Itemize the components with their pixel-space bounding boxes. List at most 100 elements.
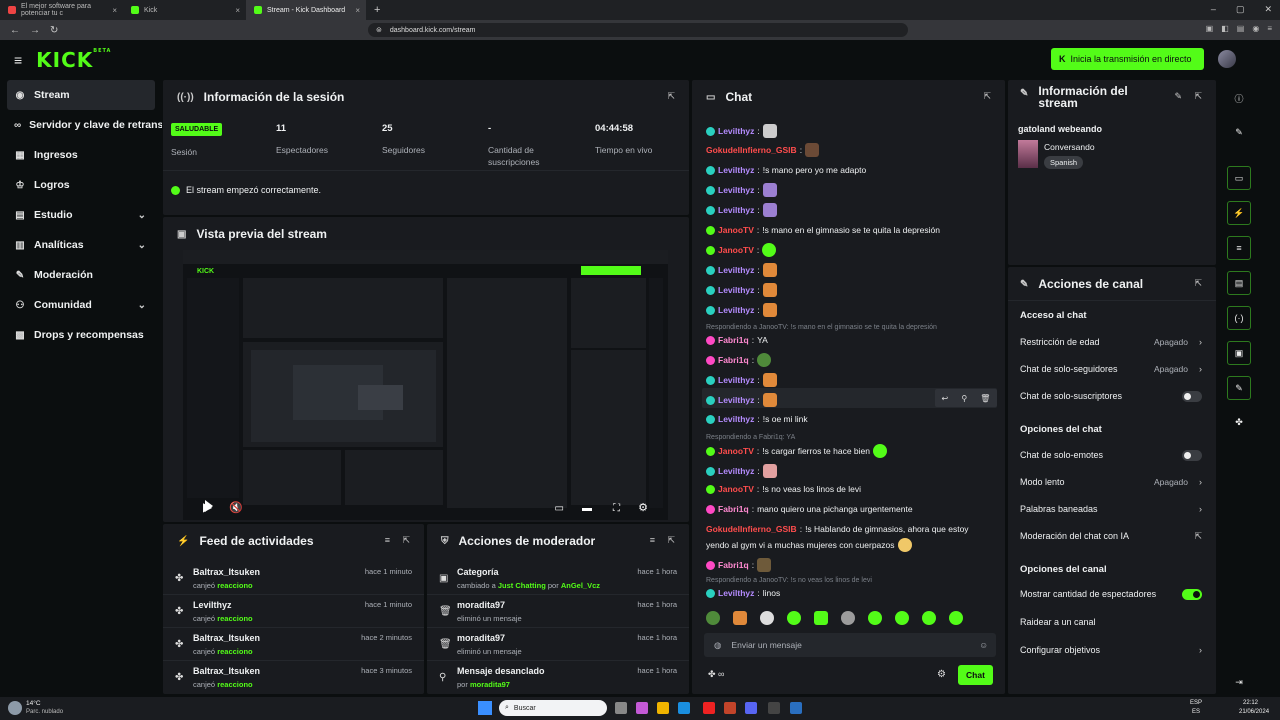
go-live-button[interactable]: K Inicia la transmisión en directo: [1051, 48, 1204, 70]
info-icon[interactable]: ⓘ: [1227, 86, 1251, 110]
emote-icon[interactable]: [787, 611, 801, 625]
app-icon[interactable]: [703, 702, 715, 714]
activity-bolt-icon[interactable]: ⚡: [1227, 201, 1251, 225]
browser-tab[interactable]: Kick ×: [123, 0, 246, 20]
pip-icon[interactable]: ▭: [555, 503, 564, 514]
menu-icon[interactable]: ≡: [1267, 24, 1272, 33]
brave-icon[interactable]: [724, 702, 736, 714]
points-icon[interactable]: ✤ ∞: [708, 669, 724, 680]
setting-followers-only[interactable]: Chat de solo-seguidores Apagado ›: [1020, 364, 1202, 378]
setting-configure-goals[interactable]: Configurar objetivos ›: [1020, 645, 1202, 659]
sidebar-item-moderacion[interactable]: ✎ Moderación: [0, 260, 162, 290]
community-rail-icon[interactable]: ✤: [1227, 410, 1251, 434]
emote-icon[interactable]: [706, 611, 720, 625]
reload-icon[interactable]: ↻: [50, 25, 58, 36]
url-field[interactable]: ⊜ dashboard.kick.com/stream: [368, 23, 908, 37]
close-window-icon[interactable]: ✕: [1264, 4, 1272, 15]
broadcast-rail-icon[interactable]: (·): [1227, 306, 1251, 330]
list-icon[interactable]: ≡: [1227, 236, 1251, 260]
edit-icon[interactable]: ✎: [1227, 120, 1251, 144]
collapse-icon[interactable]: ⇥: [1227, 670, 1251, 694]
obs-icon[interactable]: [768, 702, 780, 714]
sidebar-item-analiticas[interactable]: ▥ Analíticas ⌄: [0, 230, 162, 260]
hamburger-menu-icon[interactable]: ≡: [14, 52, 22, 68]
settings-gear-icon[interactable]: ⚙: [638, 501, 648, 514]
preview-rail-icon[interactable]: ▣: [1227, 341, 1251, 365]
emote-icon[interactable]: [733, 611, 747, 625]
chat-settings-icon[interactable]: ◍: [714, 640, 721, 651]
discord-icon[interactable]: [745, 702, 757, 714]
explorer-icon[interactable]: [657, 702, 669, 714]
emote-icon[interactable]: [949, 611, 963, 625]
setting-banned-words[interactable]: Palabras baneadas ›: [1020, 504, 1202, 518]
sidebar-item-ingresos[interactable]: ▦ Ingresos: [0, 140, 162, 170]
windows-start-icon[interactable]: [478, 701, 492, 715]
browser-tab-active[interactable]: Stream - Kick Dashboard ×: [246, 0, 366, 20]
layout-icon[interactable]: ▭: [1227, 166, 1251, 190]
forward-icon[interactable]: →: [30, 25, 40, 36]
edit-pencil-icon[interactable]: ✎: [1174, 91, 1182, 102]
popout-icon[interactable]: ⇱: [667, 91, 675, 102]
sidebar-item-estudio[interactable]: ▤ Estudio ⌄: [0, 200, 162, 230]
sidebar-item-logros[interactable]: ♔ Logros: [0, 170, 162, 200]
close-tab-icon[interactable]: ×: [235, 6, 240, 15]
trash-icon[interactable]: 🗑: [980, 394, 990, 403]
user-avatar[interactable]: [1218, 50, 1236, 68]
mute-icon[interactable]: 🔇: [229, 501, 243, 514]
setting-age-restriction[interactable]: Restricción de edad Apagado ›: [1020, 337, 1202, 351]
emote-icon[interactable]: [895, 611, 909, 625]
sidebar-item-drops[interactable]: ▩ Drops y recompensas: [0, 320, 162, 350]
taskbar-search[interactable]: ⌕ Buscar: [499, 700, 607, 716]
steam-icon[interactable]: [790, 702, 802, 714]
subscribers-only-toggle[interactable]: [1182, 391, 1202, 402]
popout-icon[interactable]: ⇱: [1194, 278, 1202, 289]
site-info-icon[interactable]: ⊜: [376, 26, 382, 34]
wallet-icon[interactable]: ▤: [1237, 24, 1245, 33]
profile-icon[interactable]: ◉: [1252, 24, 1259, 33]
sidebar-item-stream[interactable]: ◉ Stream: [7, 80, 155, 110]
chat-rail-icon[interactable]: ▤: [1227, 271, 1251, 295]
back-icon[interactable]: ←: [10, 25, 20, 36]
pin-icon[interactable]: ⚲: [961, 394, 967, 403]
close-tab-icon[interactable]: ×: [355, 6, 360, 15]
stream-preview-video[interactable]: KICK ▶ 🔇 ▭ ▬ ⛶ ⚙: [183, 250, 668, 520]
popout-icon[interactable]: ⇱: [983, 91, 991, 102]
theater-icon[interactable]: ▬: [582, 503, 592, 514]
viewer-count-toggle[interactable]: [1182, 589, 1202, 600]
kick-logo[interactable]: KICKBETA: [36, 48, 111, 72]
minimize-icon[interactable]: –: [1211, 4, 1216, 15]
reply-icon[interactable]: ↩: [942, 394, 949, 403]
send-chat-button[interactable]: Chat: [958, 665, 993, 685]
setting-slow-mode[interactable]: Modo lento Apagado ›: [1020, 477, 1202, 491]
edge-icon[interactable]: [678, 702, 690, 714]
chat-gear-icon[interactable]: ⚙: [937, 669, 946, 680]
emote-icon[interactable]: [922, 611, 936, 625]
filter-icon[interactable]: ≡: [650, 535, 655, 545]
wrench-rail-icon[interactable]: ✎: [1227, 376, 1251, 400]
sidebar-icon[interactable]: ▣: [1206, 24, 1214, 33]
extension-icon[interactable]: ◧: [1221, 24, 1229, 33]
sidebar-item-server-key[interactable]: ∞Servidor y clave de retransmisión: [0, 110, 162, 140]
emote-icon[interactable]: [760, 611, 774, 625]
new-tab-icon[interactable]: +: [374, 4, 380, 16]
play-icon[interactable]: ▶: [203, 500, 212, 514]
maximize-icon[interactable]: ▢: [1236, 4, 1245, 15]
chat-input[interactable]: ◍ Enviar un mensaje ☺: [704, 633, 996, 657]
popout-icon[interactable]: ⇱: [402, 535, 410, 546]
sidebar-item-comunidad[interactable]: ⚇ Comunidad ⌄: [0, 290, 162, 320]
browser-tab[interactable]: El mejor software para potenciar tu c ×: [0, 0, 123, 20]
filter-icon[interactable]: ≡: [385, 535, 390, 545]
setting-ai-moderation[interactable]: Moderación del chat con IA ⇱: [1020, 531, 1202, 545]
emoji-icon[interactable]: ☺: [979, 640, 988, 650]
fullscreen-icon[interactable]: ⛶: [613, 503, 620, 514]
popout-icon[interactable]: ⇱: [1194, 91, 1202, 102]
taskview-icon[interactable]: [615, 702, 627, 714]
emote-icon[interactable]: [868, 611, 882, 625]
emote-icon[interactable]: [814, 611, 828, 625]
setting-raid-channel[interactable]: Raidear a un canal: [1020, 617, 1202, 631]
app-icon[interactable]: [636, 702, 648, 714]
emote-icon[interactable]: [841, 611, 855, 625]
close-tab-icon[interactable]: ×: [112, 6, 117, 15]
popout-icon[interactable]: ⇱: [667, 535, 675, 546]
emotes-only-toggle[interactable]: [1182, 450, 1202, 461]
